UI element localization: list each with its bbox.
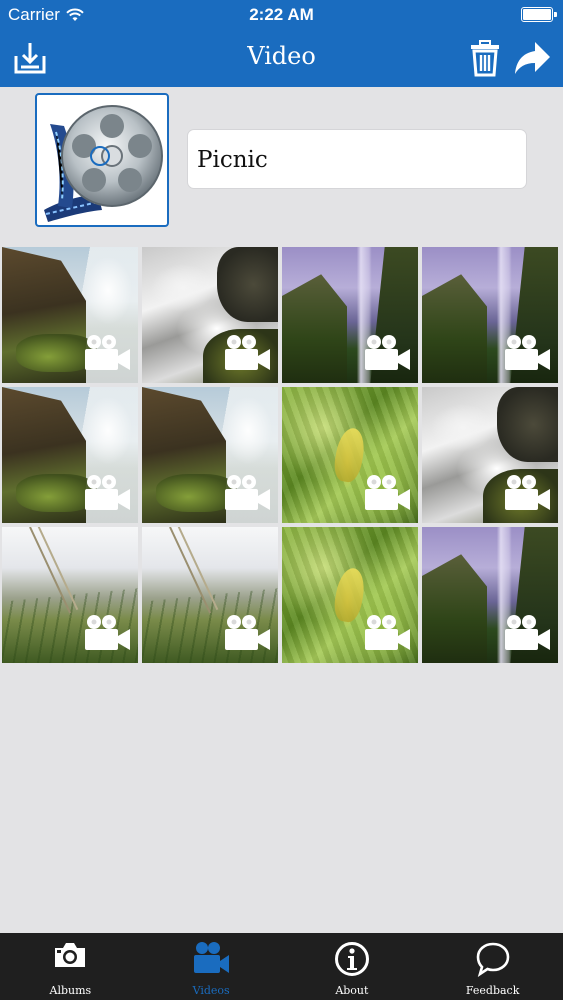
video-camera-icon <box>505 335 550 370</box>
video-thumbnail[interactable] <box>2 247 138 383</box>
video-badge <box>362 472 412 517</box>
tab-label: Albums <box>49 984 92 997</box>
video-thumbnail[interactable] <box>2 527 138 663</box>
share-arrow-icon <box>515 42 550 74</box>
video-badge <box>222 612 272 657</box>
video-thumbnail[interactable] <box>422 387 558 523</box>
video-camera-icon <box>194 942 230 973</box>
video-badge <box>82 332 132 377</box>
video-badge <box>82 472 132 517</box>
speech-bubble-icon <box>476 942 509 978</box>
video-badge <box>82 612 132 657</box>
video-badge <box>502 612 552 657</box>
tab-bar: Albums Videos About Feedback <box>0 933 563 1000</box>
film-reel-icon <box>44 105 163 222</box>
status-bar: Carrier 2:22 AM <box>0 0 563 30</box>
video-badge <box>362 332 412 377</box>
video-thumbnail[interactable] <box>422 527 558 663</box>
video-thumbnail[interactable] <box>2 387 138 523</box>
video-badge <box>222 332 272 377</box>
tab-feedback[interactable]: Feedback <box>422 933 563 1000</box>
video-thumbnail[interactable] <box>142 247 278 383</box>
video-camera-icon <box>85 475 130 510</box>
video-camera-icon <box>85 615 130 650</box>
nav-bar: Video <box>0 30 563 87</box>
top-bar: Carrier 2:22 AM Video <box>0 0 563 87</box>
video-camera-icon <box>505 615 550 650</box>
tab-icon <box>192 941 230 980</box>
camera-icon <box>55 943 86 967</box>
video-camera-icon <box>225 615 270 650</box>
video-camera-icon <box>225 475 270 510</box>
video-camera-icon <box>365 475 410 510</box>
tab-albums[interactable]: Albums <box>0 933 141 1000</box>
info-icon <box>334 942 369 976</box>
delete-button[interactable] <box>465 38 505 78</box>
tab-label: About <box>335 984 369 997</box>
tab-videos[interactable]: Videos <box>141 933 282 1000</box>
video-badge <box>502 332 552 377</box>
video-thumbnail[interactable] <box>142 387 278 523</box>
video-camera-icon <box>85 335 130 370</box>
clock: 2:22 AM <box>249 5 314 24</box>
video-thumbnail[interactable] <box>282 527 418 663</box>
video-badge <box>222 472 272 517</box>
trash-icon <box>471 40 499 77</box>
video-camera-icon <box>365 615 410 650</box>
video-camera-icon <box>505 475 550 510</box>
tab-icon <box>53 941 87 974</box>
tab-icon <box>334 941 370 982</box>
video-grid <box>2 247 562 663</box>
video-thumbnail[interactable] <box>422 247 558 383</box>
video-badge <box>502 472 552 517</box>
album-name-field[interactable]: Picnic <box>187 129 527 189</box>
video-camera-icon <box>225 335 270 370</box>
album-thumbnail[interactable] <box>35 93 169 227</box>
video-thumbnail[interactable] <box>282 387 418 523</box>
battery-icon <box>521 7 557 22</box>
tab-label: Feedback <box>465 984 520 997</box>
tab-about[interactable]: About <box>282 933 423 1000</box>
video-thumbnail[interactable] <box>142 527 278 663</box>
video-thumbnail[interactable] <box>282 247 418 383</box>
tab-label: Videos <box>192 984 230 997</box>
share-button[interactable] <box>512 38 552 78</box>
tab-icon <box>475 941 511 982</box>
album-header: Picnic <box>0 87 563 237</box>
video-badge <box>362 612 412 657</box>
video-camera-icon <box>365 335 410 370</box>
